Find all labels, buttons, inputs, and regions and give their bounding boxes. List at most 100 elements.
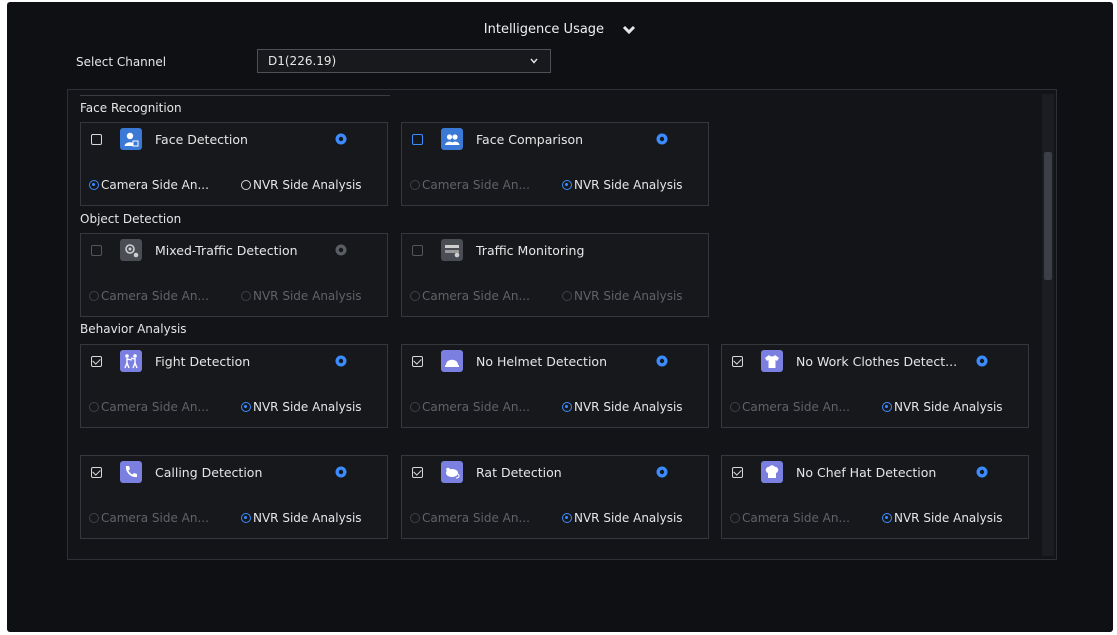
radio[interactable] bbox=[410, 513, 420, 523]
radio[interactable] bbox=[241, 291, 251, 301]
radio-selected[interactable] bbox=[241, 402, 251, 412]
radio[interactable] bbox=[89, 402, 99, 412]
channel-select-value: D1(226.19) bbox=[268, 54, 337, 68]
no-work-clothes-name: No Work Clothes Detect... bbox=[796, 354, 958, 369]
gear-icon[interactable] bbox=[655, 354, 669, 368]
no-work-clothes-checkbox[interactable] bbox=[732, 356, 743, 367]
mixed-traffic-name: Mixed-Traffic Detection bbox=[155, 243, 298, 258]
rat-detection-name: Rat Detection bbox=[476, 465, 562, 480]
radio-selected[interactable] bbox=[562, 513, 572, 523]
radio-selected[interactable] bbox=[562, 180, 572, 190]
radio[interactable] bbox=[730, 402, 740, 412]
nvr-side-option[interactable]: NVR Side Analysis bbox=[562, 289, 683, 303]
calling-detection-checkbox[interactable] bbox=[91, 467, 102, 478]
traffic-camera-icon bbox=[120, 239, 142, 261]
radio[interactable] bbox=[410, 180, 420, 190]
section-face-recognition: Face Recognition bbox=[80, 101, 182, 115]
face-detection-name: Face Detection bbox=[155, 132, 248, 147]
nvr-side-option[interactable]: NVR Side Analysis bbox=[241, 400, 362, 414]
card-no-work-clothes-detection: No Work Clothes Detect... Camera Side An… bbox=[721, 344, 1029, 428]
card-face-comparison: Face Comparison Camera Side An... NVR Si… bbox=[401, 122, 709, 206]
card-traffic-monitoring: Traffic Monitoring Camera Side An... NVR… bbox=[401, 233, 709, 317]
nvr-side-option[interactable]: NVR Side Analysis bbox=[241, 289, 362, 303]
gear-icon[interactable] bbox=[334, 354, 348, 368]
radio[interactable] bbox=[241, 180, 251, 190]
face-comparison-name: Face Comparison bbox=[476, 132, 584, 147]
card-no-chef-hat-detection: No Chef Hat Detection Camera Side An... … bbox=[721, 455, 1029, 539]
chevron-down-icon[interactable] bbox=[622, 25, 636, 35]
fight-detection-name: Fight Detection bbox=[155, 354, 251, 369]
radio[interactable] bbox=[89, 513, 99, 523]
page-title: Intelligence Usage bbox=[483, 22, 605, 37]
intelligence-usage-screen: Intelligence Usage Select Channel D1(226… bbox=[7, 2, 1113, 632]
no-chef-hat-name: No Chef Hat Detection bbox=[796, 465, 937, 480]
camera-side-option[interactable]: Camera Side An... bbox=[410, 511, 530, 525]
no-helmet-checkbox[interactable] bbox=[412, 356, 423, 367]
road-icon bbox=[441, 239, 463, 261]
phone-icon bbox=[120, 461, 142, 483]
gear-icon[interactable] bbox=[655, 132, 669, 146]
card-face-detection: Face Detection Camera Side An... NVR Sid… bbox=[80, 122, 388, 206]
camera-side-option[interactable]: Camera Side An... bbox=[410, 289, 530, 303]
rat-icon bbox=[441, 461, 463, 483]
no-chef-hat-checkbox[interactable] bbox=[732, 467, 743, 478]
gear-icon[interactable] bbox=[655, 465, 669, 479]
mixed-traffic-checkbox[interactable] bbox=[91, 245, 102, 256]
vertical-scrollbar[interactable] bbox=[1042, 94, 1054, 556]
card-mixed-traffic-detection: Mixed-Traffic Detection Camera Side An..… bbox=[80, 233, 388, 317]
fight-icon bbox=[120, 350, 142, 372]
camera-side-option[interactable]: Camera Side An... bbox=[89, 289, 209, 303]
gear-icon[interactable] bbox=[975, 354, 989, 368]
nvr-side-option[interactable]: NVR Side Analysis bbox=[562, 511, 683, 525]
scrollbar-thumb[interactable] bbox=[1044, 152, 1052, 280]
fight-detection-checkbox[interactable] bbox=[91, 356, 102, 367]
nvr-side-option[interactable]: NVR Side Analysis bbox=[562, 178, 683, 192]
nvr-side-option[interactable]: NVR Side Analysis bbox=[241, 178, 362, 192]
rat-detection-checkbox[interactable] bbox=[412, 467, 423, 478]
radio-selected[interactable] bbox=[882, 513, 892, 523]
card-rat-detection: Rat Detection Camera Side An... NVR Side… bbox=[401, 455, 709, 539]
camera-side-option[interactable]: Camera Side An... bbox=[730, 511, 850, 525]
radio[interactable] bbox=[410, 402, 420, 412]
camera-side-option[interactable]: Camera Side An... bbox=[730, 400, 850, 414]
traffic-monitoring-checkbox[interactable] bbox=[412, 245, 423, 256]
radio-selected[interactable] bbox=[562, 402, 572, 412]
page-title-bar[interactable]: Intelligence Usage bbox=[7, 22, 1113, 37]
radio-selected[interactable] bbox=[89, 180, 99, 190]
section-behavior-analysis: Behavior Analysis bbox=[80, 322, 187, 336]
nvr-side-option[interactable]: NVR Side Analysis bbox=[562, 400, 683, 414]
radio[interactable] bbox=[562, 291, 572, 301]
camera-side-option[interactable]: Camera Side An... bbox=[89, 178, 209, 192]
gear-icon[interactable] bbox=[334, 243, 348, 257]
section-object-detection: Object Detection bbox=[80, 212, 182, 226]
calling-detection-name: Calling Detection bbox=[155, 465, 263, 480]
gear-icon[interactable] bbox=[334, 465, 348, 479]
chef-hat-icon bbox=[761, 461, 783, 483]
nvr-side-option[interactable]: NVR Side Analysis bbox=[241, 511, 362, 525]
nvr-side-option[interactable]: NVR Side Analysis bbox=[882, 400, 1003, 414]
camera-side-option[interactable]: Camera Side An... bbox=[410, 178, 530, 192]
camera-side-option[interactable]: Camera Side An... bbox=[410, 400, 530, 414]
camera-side-option[interactable]: Camera Side An... bbox=[89, 400, 209, 414]
chevron-down-icon bbox=[530, 58, 538, 64]
card-calling-detection: Calling Detection Camera Side An... NVR … bbox=[80, 455, 388, 539]
helmet-icon bbox=[441, 350, 463, 372]
gear-icon[interactable] bbox=[975, 465, 989, 479]
gear-icon[interactable] bbox=[334, 132, 348, 146]
channel-select[interactable]: D1(226.19) bbox=[257, 49, 551, 73]
face-detection-checkbox[interactable] bbox=[91, 134, 102, 145]
radio-selected[interactable] bbox=[882, 402, 892, 412]
card-no-helmet-detection: No Helmet Detection Camera Side An... NV… bbox=[401, 344, 709, 428]
divider bbox=[80, 95, 390, 96]
card-fight-detection: Fight Detection Camera Side An... NVR Si… bbox=[80, 344, 388, 428]
nvr-side-option[interactable]: NVR Side Analysis bbox=[882, 511, 1003, 525]
face-comparison-checkbox[interactable] bbox=[412, 134, 423, 145]
radio-selected[interactable] bbox=[241, 513, 251, 523]
person-icon bbox=[120, 128, 142, 150]
radio[interactable] bbox=[730, 513, 740, 523]
camera-side-option[interactable]: Camera Side An... bbox=[89, 511, 209, 525]
radio[interactable] bbox=[410, 291, 420, 301]
people-icon bbox=[441, 128, 463, 150]
radio[interactable] bbox=[89, 291, 99, 301]
traffic-monitoring-name: Traffic Monitoring bbox=[476, 243, 585, 258]
